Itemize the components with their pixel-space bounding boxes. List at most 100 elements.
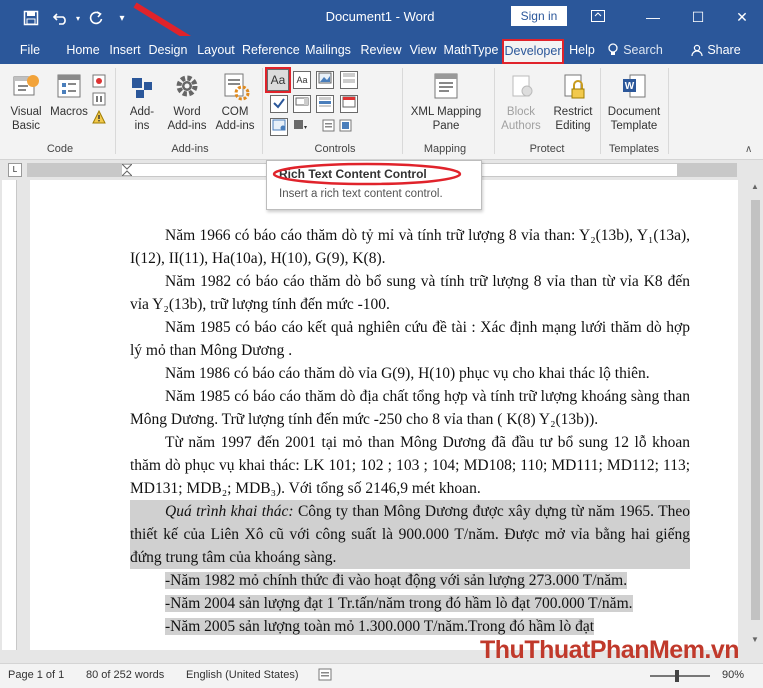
group-separator [115,68,116,154]
scroll-down-icon[interactable]: ▼ [751,635,759,644]
zoom-level[interactable]: 90% [722,669,744,681]
properties-design-mode[interactable] [322,118,372,137]
word-addins-button[interactable]: Word Add-ins [164,70,210,133]
ribbon-tabs: File Home Insert Design Layout Reference… [0,36,763,64]
window-title: Document1 - Word [325,9,435,24]
word-addins-label: Word Add-ins [167,106,207,132]
italic-heading: Quá trình khai thác: [165,503,294,520]
rich-text-content-control-icon[interactable]: Aa [265,67,291,93]
restrict-editing-label: Restrict Editing [553,106,593,132]
tab-review[interactable]: Review [360,36,402,64]
addins-label: Add- ins [129,106,155,132]
tab-developer[interactable]: Developer [502,39,564,64]
code-small-icons [92,74,106,124]
legacy-tools-icon[interactable] [293,118,309,134]
highlight-ellipse [272,162,462,186]
vertical-scrollbar[interactable]: ▲ ▼ [748,180,763,650]
tell-me-search[interactable]: Search [606,36,664,64]
building-block-gallery-icon[interactable] [340,71,358,89]
paragraph: Năm 1985 có báo cáo kết quả nghiên cứu đ… [130,319,690,359]
close-icon[interactable]: ✕ [724,4,760,30]
group-separator [402,68,403,154]
tab-design[interactable]: Design [148,36,188,64]
picture-content-control-icon[interactable] [316,71,334,89]
tooltip-body: Insert a rich text content control. [279,188,443,200]
svg-text:W: W [625,81,635,92]
paragraph: Năm 1985 có báo cáo thăm dò địa chất tổn… [130,388,690,428]
macro-security-icon[interactable] [92,109,106,124]
search-label: Search [623,43,663,57]
language-status[interactable]: English (United States) [186,669,299,681]
pause-recording-icon[interactable] [92,92,106,106]
status-bar: Page 1 of 1 80 of 252 words English (Uni… [0,663,763,688]
undo-dropdown-icon[interactable]: ▾ [72,6,84,30]
paragraph: Năm 1982 có báo cáo thăm dò bổ sung và t… [130,273,690,313]
minimize-icon[interactable]: — [635,4,671,30]
scroll-up-icon[interactable]: ▲ [751,182,759,191]
document-template-label: Document Template [607,106,661,132]
record-macro-icon[interactable] [92,74,106,88]
lock-icon [557,70,589,102]
visual-basic-label: Visual Basic [10,106,42,132]
redo-icon[interactable] [84,6,108,30]
tab-insert[interactable]: Insert [106,36,144,64]
date-picker-content-control-icon[interactable] [340,95,358,113]
combo-box-content-control-icon[interactable] [293,95,311,113]
visual-basic-icon [10,70,42,102]
group-separator [262,68,263,154]
tab-layout[interactable]: Layout [193,36,239,64]
zoom-slider[interactable] [650,670,710,682]
dropdown-list-content-control-icon[interactable] [316,95,334,113]
ribbon-display-options-icon[interactable] [580,4,616,30]
gear-icon [171,70,203,102]
indent-marker-icon[interactable] [120,163,134,177]
plain-text-content-control-icon[interactable]: Aa [293,71,311,89]
tab-mathtype[interactable]: MathType [443,36,499,64]
visual-basic-button[interactable]: Visual Basic [6,70,46,133]
tab-mailings[interactable]: Mailings [304,36,352,64]
block-authors-button[interactable]: Block Authors [496,70,546,133]
tab-view[interactable]: View [407,36,439,64]
paragraph: Năm 1966 có báo cáo thăm dò tỷ mỉ và tín… [130,227,690,267]
repeating-section-content-control-icon[interactable] [270,118,288,136]
selected-paragraph: Quá trình khai thác: Công ty than Mông D… [130,500,690,569]
tooltip: Rich Text Content Control Insert a rich … [266,160,482,210]
xml-mapping-icon [430,70,462,102]
group-separator [668,68,669,154]
sign-in-button[interactable]: Sign in [511,6,567,26]
share-label: Share [707,43,741,57]
block-authors-icon [505,70,537,102]
group-separator [600,68,601,154]
tab-file[interactable]: File [12,36,48,64]
tab-references[interactable]: Reference [242,36,300,64]
document-template-button[interactable]: W Document Template [602,70,666,133]
list-item: -Năm 2004 sản lượng đạt 1 Tr.tấn/năm tro… [165,595,633,612]
tab-selector-icon[interactable]: L [8,163,22,177]
share-button[interactable]: Share [690,36,742,64]
xml-mapping-pane-button[interactable]: XML Mapping Pane [404,70,488,133]
save-icon[interactable] [18,6,44,30]
zoom-slider-thumb[interactable] [675,670,679,682]
maximize-icon[interactable]: ☐ [680,4,716,30]
checkbox-content-control-icon[interactable] [270,95,288,113]
collapse-ribbon-icon[interactable]: ∧ [745,144,752,155]
document-body[interactable]: Năm 1966 có báo cáo thăm dò tỷ mỉ và tín… [130,224,690,638]
vertical-ruler [2,180,17,650]
templates-group-label: Templates [608,143,660,155]
addins-button[interactable]: Add- ins [124,70,160,133]
macro-record-icon[interactable] [318,668,332,681]
mapping-group-label: Mapping [423,143,467,155]
page-count[interactable]: Page 1 of 1 [8,669,64,681]
tab-help[interactable]: Help [567,36,597,64]
title-bar: ▾ ▾ Document1 - Word Sign in — ☐ ✕ [0,0,763,36]
undo-icon[interactable] [48,6,74,30]
group-separator [494,68,495,154]
word-count[interactable]: 80 of 252 words [86,669,164,681]
scrollbar-thumb[interactable] [751,200,760,620]
block-authors-label: Block Authors [501,106,541,132]
macros-button[interactable]: Macros [48,70,90,119]
customize-qat-icon[interactable]: ▾ [114,6,130,30]
com-addins-button[interactable]: COM Add-ins [212,70,258,133]
restrict-editing-button[interactable]: Restrict Editing [548,70,598,133]
tab-home[interactable]: Home [62,36,104,64]
